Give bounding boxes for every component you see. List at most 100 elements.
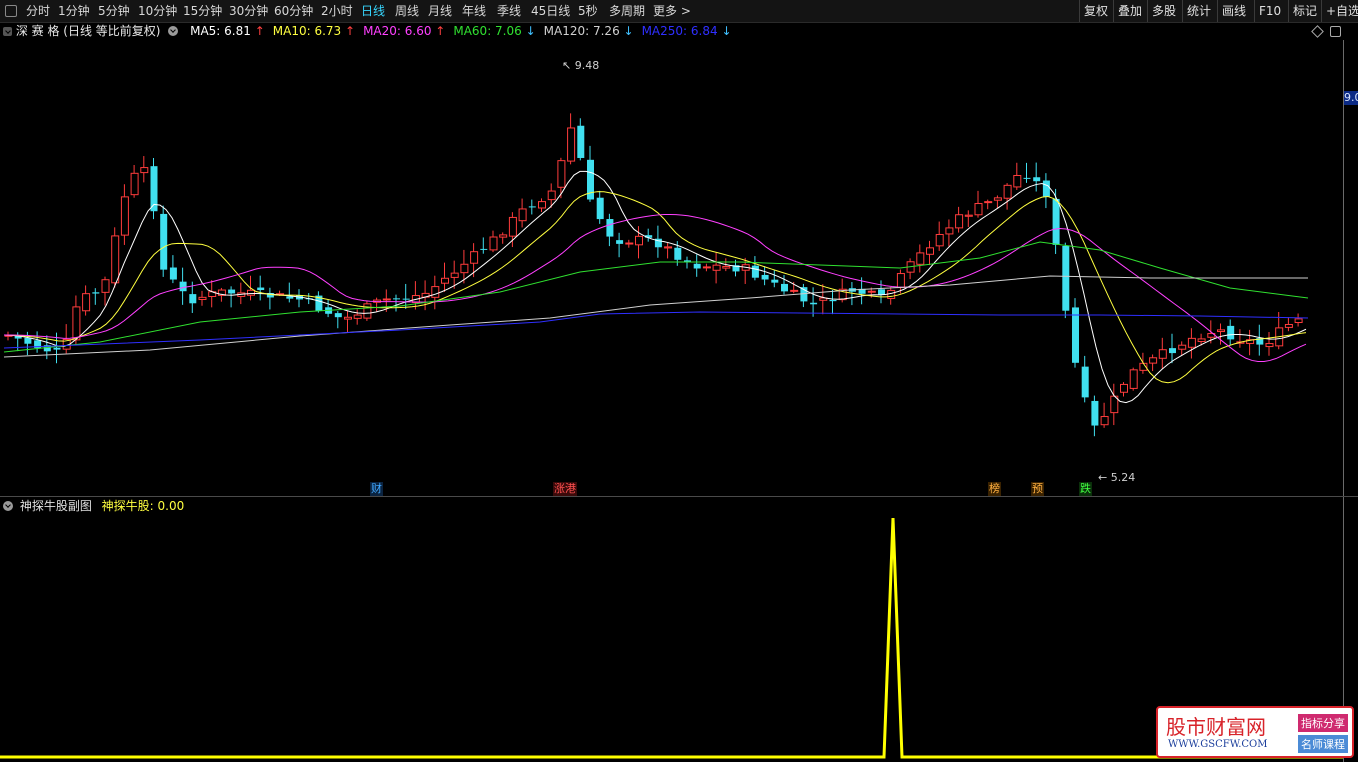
event-marker-2[interactable]: 榜	[988, 482, 1001, 496]
candle-body	[247, 289, 255, 296]
sub-chart-title: 神探牛股副图	[19, 499, 92, 513]
stock-title: 深 赛 格 (日线 等比前复权)	[15, 24, 161, 38]
indicator-subchart[interactable]	[0, 516, 1343, 760]
candle-body	[547, 190, 556, 201]
candle-body	[984, 201, 993, 204]
candle-body	[528, 206, 536, 208]
diamond-icon[interactable]	[1311, 25, 1324, 38]
arrow-down-icon: ↓	[525, 24, 536, 38]
arrow-up-icon: ↑	[435, 24, 446, 38]
candle-body	[577, 125, 585, 158]
toolbar-separator	[1321, 0, 1322, 22]
candle-body	[334, 313, 342, 318]
toolbar-button-7[interactable]: +自选	[1326, 2, 1358, 20]
candle-body	[1120, 383, 1128, 393]
candle-body	[771, 279, 779, 283]
period-tab-3[interactable]: 10分钟	[138, 2, 177, 20]
toolbar-button-6[interactable]: 标记	[1293, 2, 1317, 20]
pane-divider[interactable]	[0, 496, 1358, 497]
candle-body	[518, 208, 527, 222]
toolbar-button-1[interactable]: 叠加	[1118, 2, 1142, 20]
arrow-up-icon: ↑	[345, 24, 356, 38]
period-toolbar: 分时 1分钟 5分钟 10分钟 15分钟 30分钟 60分钟 2小时 日线 周线 月线 年线 季线 45日…	[0, 0, 1358, 23]
watermark-tag-course: 名师课程	[1298, 735, 1348, 753]
high-price-label: ↖ 9.48	[562, 59, 600, 72]
candle-body	[1042, 180, 1050, 197]
ma-legend-item-5: MA250: 6.84 ↓	[641, 24, 732, 38]
period-tab-8[interactable]: 日线	[361, 2, 385, 20]
period-tab-13[interactable]: 45日线	[531, 2, 570, 20]
low-price-value: 5.24	[1110, 471, 1136, 484]
candle-body	[1062, 245, 1070, 311]
ma-legend: MA5: 6.81 ↑ MA10: 6.73 ↑ MA20: 6.60 ↑ MA60:…	[190, 24, 739, 38]
event-marker-1[interactable]: 涨港	[553, 482, 577, 496]
candle-body	[1072, 307, 1079, 363]
price-axis-label: 9.0	[1344, 91, 1358, 105]
period-tab-1[interactable]: 1分钟	[58, 2, 90, 20]
candle-body	[393, 298, 400, 300]
candle-body	[1197, 338, 1206, 342]
candle-body	[538, 201, 546, 209]
panel-toggle-icon[interactable]	[1330, 26, 1341, 37]
candle-body	[1149, 357, 1158, 364]
period-tab-12[interactable]: 季线	[497, 2, 521, 20]
candle-body	[1169, 348, 1176, 354]
period-tab-6[interactable]: 60分钟	[274, 2, 313, 20]
toolbar-button-5[interactable]: F10	[1259, 2, 1281, 20]
candle-body	[499, 234, 508, 238]
candle-body	[964, 214, 973, 217]
toolbar-button-2[interactable]: 多股	[1152, 2, 1176, 20]
candle-body	[887, 289, 896, 299]
toolbar-button-3[interactable]: 统计	[1187, 2, 1211, 20]
candle-body	[1294, 318, 1303, 324]
candle-body	[257, 287, 265, 291]
event-marker-4[interactable]: 跌	[1079, 482, 1092, 496]
candle-body	[606, 219, 614, 237]
high-price-value: 9.48	[574, 59, 600, 72]
period-tab-9[interactable]: 周线	[395, 2, 419, 20]
period-tab-11[interactable]: 年线	[462, 2, 486, 20]
period-tab-15[interactable]: 多周期	[609, 2, 645, 20]
period-tab-16[interactable]: 更多 >	[653, 2, 691, 20]
watermark-logo: 股市财富网 WWW.GSCFW.COM 指标分享 名师课程	[1156, 706, 1354, 758]
candle-body	[596, 197, 604, 220]
candle-body	[993, 197, 1002, 201]
ma120-line	[3, 275, 1308, 358]
period-tab-14[interactable]: 5秒	[578, 2, 598, 20]
candle-body	[441, 277, 449, 284]
arrow-down-icon: ↓	[721, 24, 732, 38]
candle-body	[111, 235, 120, 284]
candle-body	[489, 236, 498, 251]
toolbar-separator	[1254, 0, 1255, 22]
watermark-title: 股市财富网	[1166, 715, 1266, 739]
candle-body	[92, 292, 100, 294]
collapse-icon[interactable]	[3, 501, 13, 511]
candlestick-chart[interactable]	[0, 40, 1343, 496]
candle-body	[228, 289, 236, 294]
candle-body	[24, 337, 32, 344]
collapse-icon[interactable]	[168, 26, 179, 36]
arrow-down-icon: ↓	[623, 24, 634, 38]
candle-body	[1013, 174, 1022, 188]
period-tab-5[interactable]: 30分钟	[229, 2, 268, 20]
candle-body	[557, 160, 566, 188]
ma250-line	[3, 311, 1309, 349]
period-tab-4[interactable]: 15分钟	[183, 2, 222, 20]
candle-body	[470, 251, 479, 264]
candle-body	[140, 167, 149, 174]
candle-body	[353, 314, 362, 319]
toolbar-button-4[interactable]: 画线	[1222, 2, 1246, 20]
candle-body	[431, 286, 440, 298]
window-menu-icon[interactable]	[3, 27, 12, 36]
period-tab-7[interactable]: 2小时	[321, 2, 353, 20]
window-icon[interactable]	[5, 5, 17, 17]
period-tab-0[interactable]: 分时	[26, 2, 50, 20]
event-marker-0[interactable]: 财	[370, 482, 383, 496]
event-marker-3[interactable]: 预	[1031, 482, 1044, 496]
candle-body	[480, 248, 488, 250]
candle-body	[1100, 416, 1109, 426]
period-tab-2[interactable]: 5分钟	[98, 2, 130, 20]
period-tab-10[interactable]: 月线	[428, 2, 452, 20]
candle-body	[916, 252, 925, 265]
toolbar-button-0[interactable]: 复权	[1084, 2, 1108, 20]
